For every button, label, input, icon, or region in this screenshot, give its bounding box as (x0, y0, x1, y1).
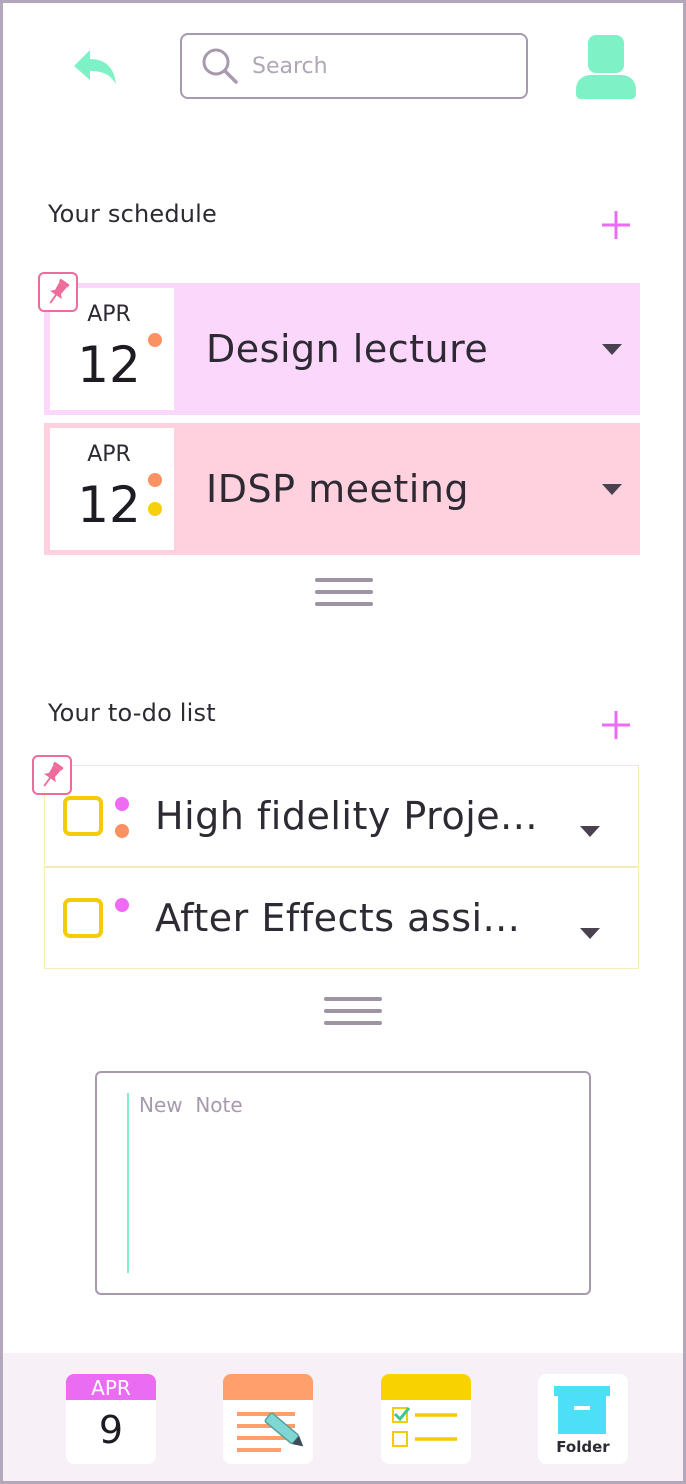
calendar-tab-day: 9 (98, 1408, 124, 1452)
search-input[interactable] (252, 53, 502, 79)
tag-dot-yellow (148, 502, 162, 516)
tag-dots (115, 898, 129, 948)
new-note-input[interactable] (127, 1093, 567, 1273)
calendar-tab-month: APR (91, 1376, 131, 1400)
caret-down-icon[interactable] (602, 343, 622, 355)
todo-checkbox[interactable] (63, 796, 103, 836)
todo-item-after-effects[interactable]: After Effects assi... (44, 867, 639, 969)
schedule-title: Design lecture (206, 327, 489, 371)
search-icon (202, 48, 238, 84)
back-arrow-icon[interactable] (70, 44, 124, 90)
schedule-title: IDSP meeting (206, 467, 470, 511)
tag-dot-pink (115, 898, 129, 912)
profile-icon[interactable] (575, 34, 637, 100)
tag-dot-orange (115, 824, 129, 838)
drag-handle-icon[interactable] (324, 997, 382, 1029)
caret-down-icon[interactable] (602, 483, 622, 495)
add-todo-plus-icon[interactable] (600, 709, 632, 741)
tag-dot-orange (148, 473, 162, 487)
todo-item-high-fidelity-project[interactable]: High fidelity Proje... (44, 765, 639, 867)
caret-down-icon[interactable] (580, 927, 600, 939)
schedule-section-title: Your schedule (48, 200, 218, 228)
folder-tab[interactable]: Folder (538, 1374, 628, 1464)
todo-checkbox[interactable] (63, 898, 103, 938)
pin-icon[interactable] (32, 755, 72, 795)
todo-title: High fidelity Proje... (155, 794, 538, 838)
search-bar[interactable] (180, 33, 528, 99)
folder-label: Folder (556, 1438, 610, 1456)
notes-tab[interactable] (223, 1374, 313, 1464)
schedule-item-idsp-meeting[interactable]: APR 12 IDSP meeting (44, 423, 640, 555)
tag-dot-pink (115, 797, 129, 811)
pin-icon[interactable] (38, 272, 78, 312)
calendar-tab[interactable]: APR 9 (66, 1374, 156, 1464)
drag-handle-icon[interactable] (315, 578, 373, 610)
notes-icon (223, 1374, 313, 1452)
caret-down-icon[interactable] (580, 825, 600, 837)
tag-dot-orange (148, 333, 162, 347)
add-schedule-plus-icon[interactable] (600, 209, 632, 241)
schedule-item-design-lecture[interactable]: APR 12 Design lecture (44, 283, 640, 415)
todo-title: After Effects assi... (155, 896, 521, 940)
schedule-date-box: APR 12 (50, 428, 174, 550)
checklist-icon (381, 1374, 471, 1447)
checklist-tab[interactable] (381, 1374, 471, 1464)
schedule-month: APR (87, 442, 131, 467)
todo-section-title: Your to-do list (48, 699, 216, 727)
new-note-box[interactable] (95, 1071, 591, 1295)
tag-dots (115, 791, 129, 841)
